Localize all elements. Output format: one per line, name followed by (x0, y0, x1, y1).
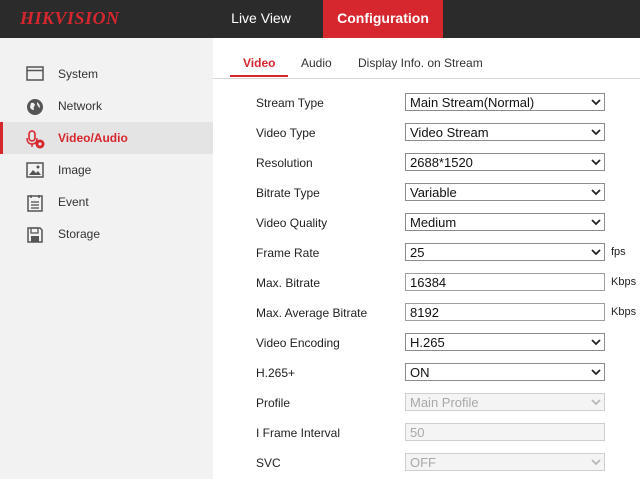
select-value: Video Stream (410, 125, 489, 140)
h265plus-label: H.265+ (256, 366, 296, 380)
sidebar-item-network[interactable]: Network (0, 90, 213, 122)
sidebar-item-system[interactable]: System (0, 58, 213, 90)
input-value: 50 (410, 425, 425, 440)
bitrate-type-label: Bitrate Type (256, 186, 320, 200)
max-average-bitrate-input[interactable]: 8192 (405, 303, 605, 321)
select-value: Variable (410, 185, 457, 200)
input-value: 16384 (410, 275, 447, 290)
chevron-down-icon (591, 159, 601, 166)
sidebar-item-video-audio[interactable]: Video/Audio (0, 122, 213, 154)
row-video-quality: Video Quality Medium (256, 213, 640, 233)
globe-icon (26, 98, 44, 115)
bitrate-type-select[interactable]: Variable (405, 183, 605, 201)
tab-configuration[interactable]: Configuration (323, 0, 443, 38)
image-icon (26, 162, 44, 178)
row-video-type: Video Type Video Stream (256, 123, 640, 143)
active-indicator (0, 122, 3, 154)
max-bitrate-input[interactable]: 16384 (405, 273, 605, 291)
row-max-average-bitrate: Max. Average Bitrate 8192 Kbps (256, 303, 640, 323)
max-average-bitrate-label: Max. Average Bitrate (256, 306, 368, 320)
i-frame-interval-input: 50 (405, 423, 605, 441)
chevron-down-icon (591, 129, 601, 136)
select-value: H.265 (410, 335, 445, 350)
select-value: OFF (410, 455, 436, 470)
svc-select: OFF (405, 453, 605, 471)
i-frame-interval-label: I Frame Interval (256, 426, 341, 440)
select-value: ON (410, 365, 430, 380)
profile-label: Profile (256, 396, 291, 410)
max-average-bitrate-unit: Kbps (611, 306, 637, 318)
video-quality-label: Video Quality (256, 216, 328, 230)
row-frame-rate: Frame Rate 25 fps (256, 243, 640, 263)
video-encoding-label: Video Encoding (256, 336, 340, 350)
chevron-down-icon (591, 249, 601, 256)
row-profile: Profile Main Profile (256, 393, 640, 413)
tab-audio[interactable]: Audio (301, 56, 332, 70)
chevron-down-icon (591, 399, 601, 406)
input-value: 8192 (410, 305, 439, 320)
row-max-bitrate: Max. Bitrate 16384 Kbps (256, 273, 640, 293)
chevron-down-icon (591, 369, 601, 376)
tab-video[interactable]: Video (243, 56, 275, 70)
sidebar-item-label: Storage (58, 227, 101, 241)
sidebar-item-event[interactable]: Event (0, 186, 213, 218)
stream-type-select[interactable]: Main Stream(Normal) (405, 93, 605, 111)
sidebar-item-label: Image (58, 163, 92, 177)
chevron-down-icon (591, 219, 601, 226)
sidebar: System Network Video/Audio Image Event S… (0, 38, 213, 479)
tab-live-view[interactable]: Live View (216, 0, 306, 38)
row-video-encoding: Video Encoding H.265 (256, 333, 640, 353)
content-tabs: Video Audio Display Info. on Stream (213, 38, 640, 79)
sidebar-item-image[interactable]: Image (0, 154, 213, 186)
hikvision-logo: HIKVISION (20, 8, 120, 28)
max-bitrate-label: Max. Bitrate (256, 276, 321, 290)
row-h265plus: H.265+ ON (256, 363, 640, 383)
video-type-select[interactable]: Video Stream (405, 123, 605, 141)
video-quality-select[interactable]: Medium (405, 213, 605, 231)
top-bar: HIKVISION Live View Configuration (0, 0, 640, 38)
max-bitrate-unit: Kbps (611, 276, 637, 288)
row-svc: SVC OFF (256, 453, 640, 473)
select-value: Main Stream(Normal) (410, 95, 535, 110)
chevron-down-icon (591, 459, 601, 466)
sidebar-item-label: Video/Audio (58, 131, 128, 145)
list-icon (26, 194, 44, 212)
sidebar-item-label: Network (58, 99, 103, 113)
frame-rate-select[interactable]: 25 (405, 243, 605, 261)
stream-type-label: Stream Type (256, 96, 324, 110)
chevron-down-icon (591, 189, 601, 196)
floppy-disk-icon (26, 226, 44, 243)
row-bitrate-type: Bitrate Type Variable (256, 183, 640, 203)
select-value: Main Profile (410, 395, 479, 410)
video-encoding-select[interactable]: H.265 (405, 333, 605, 351)
resolution-select[interactable]: 2688*1520 (405, 153, 605, 171)
h265plus-select[interactable]: ON (405, 363, 605, 381)
tab-display-info-on-stream[interactable]: Display Info. on Stream (358, 56, 483, 70)
sidebar-item-storage[interactable]: Storage (0, 218, 213, 250)
row-stream-type: Stream Type Main Stream(Normal) (256, 93, 640, 113)
chevron-down-icon (591, 99, 601, 106)
resolution-label: Resolution (256, 156, 313, 170)
sidebar-item-label: System (58, 67, 99, 81)
frame-rate-unit: fps (611, 246, 626, 258)
row-resolution: Resolution 2688*1520 (256, 153, 640, 173)
select-value: 25 (410, 245, 425, 260)
microphone-camera-icon (26, 130, 45, 149)
select-value: 2688*1520 (410, 155, 473, 170)
select-value: Medium (410, 215, 457, 230)
svc-label: SVC (256, 456, 281, 470)
profile-select: Main Profile (405, 393, 605, 411)
chevron-down-icon (591, 339, 601, 346)
active-tab-underline (230, 75, 288, 77)
monitor-icon (26, 66, 44, 82)
video-type-label: Video Type (256, 126, 316, 140)
row-i-frame-interval: I Frame Interval 50 (256, 423, 640, 443)
sidebar-item-label: Event (58, 195, 89, 209)
frame-rate-label: Frame Rate (256, 246, 320, 260)
